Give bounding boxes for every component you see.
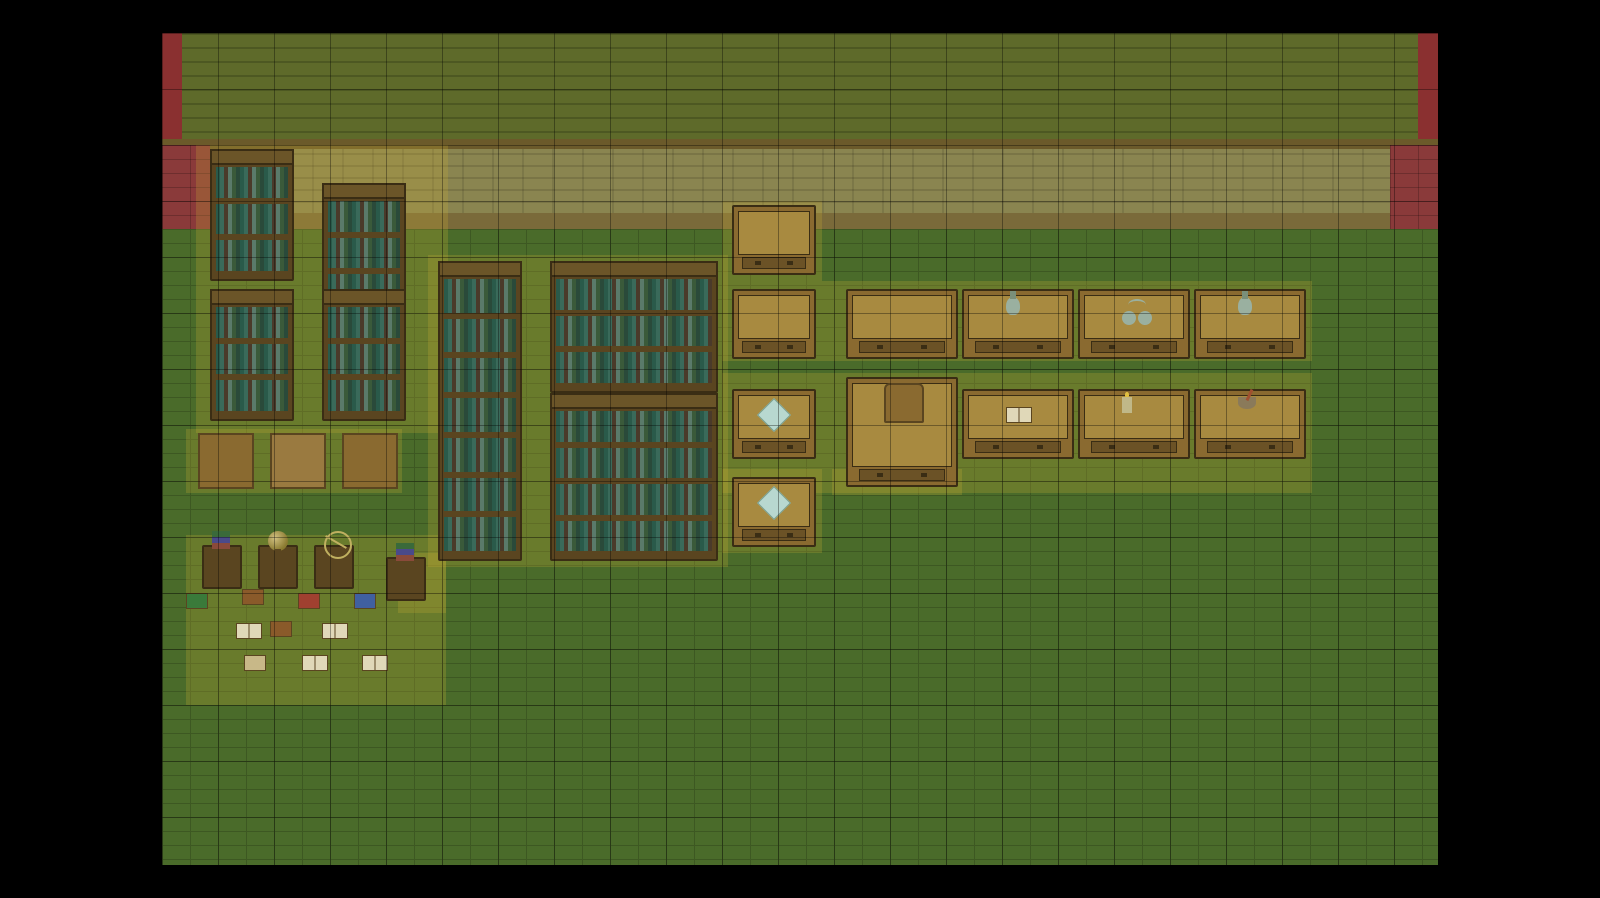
desk-top-1[interactable] [732, 205, 816, 275]
desk-drawer [975, 341, 1061, 353]
desk-drawer [742, 341, 806, 353]
book-open-3[interactable] [302, 655, 328, 671]
bookshelf-row [328, 238, 400, 269]
book-flat-1[interactable] [244, 655, 266, 671]
bookshelf-row [556, 484, 712, 515]
alembic-icon [1122, 297, 1152, 325]
desk-drawer [975, 441, 1061, 453]
book-brown-2[interactable] [270, 621, 292, 637]
pedestal-books[interactable] [202, 545, 242, 589]
bookshelf-row [444, 398, 516, 432]
bookshelf-row [328, 380, 400, 411]
bookshelf-row [216, 380, 288, 411]
desk-drawer [1207, 341, 1293, 353]
book-open-1[interactable] [236, 623, 262, 639]
chair-icon [884, 383, 924, 423]
armillary-icon [324, 531, 352, 559]
map-viewport[interactable] [162, 33, 1438, 865]
bookshelf-row [216, 307, 288, 338]
bookshelf-a1[interactable] [210, 149, 294, 281]
book-stack-icon [212, 531, 230, 549]
bookshelf-row [444, 319, 516, 353]
bookshelf-row [444, 438, 516, 472]
bookshelf-row [444, 358, 516, 392]
desk-drawer [859, 469, 945, 481]
potion-icon [1238, 297, 1252, 315]
book-brown-1[interactable] [242, 589, 264, 605]
bookshelf-row [556, 521, 712, 552]
desk-drawer [1091, 341, 1177, 353]
bookshelf-row [556, 448, 712, 479]
pedestal-books-2[interactable] [386, 557, 426, 601]
book-green[interactable] [186, 593, 208, 609]
bookshelf-row [328, 201, 400, 232]
rug-small-3[interactable] [342, 433, 398, 489]
book-red[interactable] [298, 593, 320, 609]
desk-r1-2[interactable] [846, 289, 958, 359]
roof-edge-left [162, 33, 182, 145]
book-stack-icon [396, 543, 414, 561]
bookshelf-b1[interactable] [210, 289, 294, 421]
desk-drawer [1207, 441, 1293, 453]
wall-red-left [162, 145, 210, 229]
desk-r2-4[interactable] [1078, 389, 1190, 459]
roof-layer [162, 33, 1438, 145]
bookshelf-row [328, 344, 400, 375]
desk-drawer [859, 341, 945, 353]
roof-edge-right [1418, 33, 1438, 145]
bookshelf-b2[interactable] [322, 289, 406, 421]
globe-icon [268, 531, 288, 551]
rug-small-2[interactable] [270, 433, 326, 489]
rug-small-1[interactable] [198, 433, 254, 489]
desk-drawer [1091, 441, 1177, 453]
desk-drawer [742, 441, 806, 453]
bookshelf-row [328, 307, 400, 338]
book-open-2[interactable] [322, 623, 348, 639]
bookshelf-row [556, 279, 712, 310]
bookshelf-row [216, 167, 288, 198]
bookshelf-row [444, 478, 516, 512]
mortar-icon [1238, 397, 1256, 409]
bookshelf-row [556, 411, 712, 442]
bookshelf-row [444, 517, 516, 551]
bookshelf-row [216, 204, 288, 235]
candle-icon [1122, 397, 1132, 413]
book-open-icon [1006, 407, 1032, 423]
bookshelf-c1[interactable] [438, 261, 522, 561]
book-open-4[interactable] [362, 655, 388, 671]
book-blue[interactable] [354, 593, 376, 609]
desk-drawer [742, 529, 806, 541]
wall-red-right [1390, 145, 1438, 229]
bookshelf-row [216, 240, 288, 271]
bookshelf-row [444, 279, 516, 313]
tilemap[interactable] [162, 33, 1438, 865]
desk-r2-3[interactable] [962, 389, 1074, 459]
wall-trim [162, 139, 1438, 149]
bookshelf-d1[interactable] [550, 261, 718, 393]
bookshelf-d2[interactable] [550, 393, 718, 561]
desk-r1-1[interactable] [732, 289, 816, 359]
desk-drawer [742, 257, 806, 269]
bookshelf-row [556, 316, 712, 347]
bookshelf-row [556, 352, 712, 383]
bookshelf-row [216, 344, 288, 375]
potion-icon [1006, 297, 1020, 315]
